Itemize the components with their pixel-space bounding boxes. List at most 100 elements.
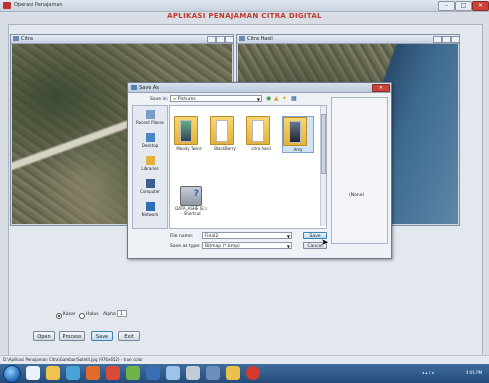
dialog-icon xyxy=(131,85,137,90)
file-item-folder[interactable]: BlackBerry xyxy=(210,116,240,151)
word-icon[interactable] xyxy=(146,366,160,380)
computer-icon xyxy=(145,179,155,188)
maximize-button[interactable]: □ xyxy=(455,1,472,11)
app-title: APLIKASI PENAJAMAN CITRA DIGITAL xyxy=(167,12,322,20)
window-title: Operasi Penajaman xyxy=(14,2,63,8)
tray-icons[interactable]: ◂ ▴ ♪ ▸ xyxy=(422,370,434,375)
status-text: D:\Aplikasi Penajaman Citra\Gambar\Satel… xyxy=(3,357,143,362)
save-button[interactable]: Save xyxy=(91,331,113,341)
places-bar: Recent Places Desktop Libraries Computer… xyxy=(132,105,168,229)
folder-icon[interactable] xyxy=(226,366,240,380)
chevron-down-icon: ▼ xyxy=(286,234,290,239)
window-titlebar: Operasi Penajaman – □ ✕ xyxy=(0,0,489,12)
file-name: Amy xyxy=(293,147,303,152)
frame-icon xyxy=(13,36,19,41)
place-computer[interactable]: Computer xyxy=(135,179,165,194)
up-folder-icon[interactable]: ▲ xyxy=(274,95,279,102)
folder-icon xyxy=(283,117,307,147)
app-icon[interactable] xyxy=(126,366,140,380)
radio-halus[interactable] xyxy=(79,313,85,319)
save-as-dialog: Save As ✕ Save in: ▰ Pictures▼ ◉ ▲ ✦ ▦ P… xyxy=(127,82,392,259)
libraries-icon xyxy=(145,156,155,165)
chevron-down-icon: ▼ xyxy=(256,97,260,102)
frame-minimize-button[interactable] xyxy=(207,36,216,43)
save-in-label: Save in: xyxy=(150,97,169,102)
close-button[interactable]: ✕ xyxy=(472,1,489,11)
file-name: citra hasil xyxy=(251,146,271,151)
status-bar: D:\Aplikasi Penajaman Citra\Gambar\Satel… xyxy=(0,355,489,364)
ie-icon[interactable] xyxy=(26,366,40,380)
frame-titlebar: Citra xyxy=(11,35,234,44)
file-item-shortcut[interactable]: ? DATA_ASHE (E:) - Shortcut xyxy=(174,186,208,216)
radio-kasar[interactable] xyxy=(56,313,62,319)
window-icon[interactable] xyxy=(206,366,220,380)
file-name-input[interactable]: Final2 ▼ xyxy=(202,232,292,239)
open-button[interactable]: Open xyxy=(33,331,55,341)
place-desktop[interactable]: Desktop xyxy=(135,133,165,148)
frame-close-button[interactable] xyxy=(225,36,234,43)
place-network[interactable]: Network xyxy=(135,202,165,217)
preview-text: (None) xyxy=(349,193,365,198)
paint-icon[interactable] xyxy=(186,366,200,380)
drive-icon: ? xyxy=(180,186,202,206)
app-icon xyxy=(3,2,11,9)
dialog-title: Save As xyxy=(139,85,159,91)
mouse-cursor-icon: ➤ xyxy=(321,238,329,248)
file-item-folder[interactable]: Amy xyxy=(282,116,314,153)
place-label: Libraries xyxy=(141,166,159,171)
file-name: Moody Twice xyxy=(176,146,202,151)
alpha-label: Alpha xyxy=(103,312,116,317)
firefox-icon[interactable] xyxy=(86,366,100,380)
minimize-button[interactable]: – xyxy=(438,1,455,11)
file-list-scrollbar[interactable] xyxy=(320,106,326,226)
radio-kasar-label: Kasar xyxy=(63,312,76,317)
frame-titlebar: Citra Hasil xyxy=(237,35,460,44)
place-libraries[interactable]: Libraries xyxy=(135,156,165,171)
back-icon[interactable]: ◉ xyxy=(266,95,271,102)
place-label: Network xyxy=(141,212,159,217)
place-label: Computer xyxy=(140,189,160,194)
frame-minimize-button[interactable] xyxy=(433,36,442,43)
frame-maximize-button[interactable] xyxy=(216,36,225,43)
chrome-icon[interactable] xyxy=(106,366,120,380)
network-icon xyxy=(145,202,155,211)
frame-close-button[interactable] xyxy=(451,36,460,43)
frame-maximize-button[interactable] xyxy=(442,36,451,43)
file-list: Moody Twice BlackBerry citra hasil Amy ?… xyxy=(169,105,327,229)
place-recent[interactable]: Recent Places xyxy=(135,110,165,125)
save-in-value: Pictures xyxy=(177,97,196,102)
frame-title: Citra xyxy=(21,36,33,42)
opera-icon[interactable] xyxy=(246,366,260,380)
clock[interactable]: 4:01 PM xyxy=(466,370,482,375)
place-label: Recent Places xyxy=(136,120,164,125)
frame-icon xyxy=(239,36,245,41)
alpha-input[interactable]: 1 xyxy=(117,310,127,317)
system-tray: ◂ ▴ ♪ ▸ 4:01 PM xyxy=(420,366,486,381)
process-button[interactable]: Process xyxy=(59,331,85,341)
radio-halus-label: Halus xyxy=(86,312,99,317)
matlab-icon[interactable] xyxy=(166,366,180,380)
new-folder-icon[interactable]: ✦ xyxy=(282,95,287,102)
exit-button[interactable]: Exit xyxy=(118,331,140,341)
save-in-select[interactable]: ▰ Pictures ▼ xyxy=(170,95,262,102)
file-item-folder[interactable]: citra hasil xyxy=(246,116,276,151)
preview-pane: (None) xyxy=(331,97,388,244)
file-name-label: File name: xyxy=(170,234,194,239)
file-name: DATA_ASHE (E:) - Shortcut xyxy=(175,206,207,216)
dialog-close-button[interactable]: ✕ xyxy=(372,84,390,92)
file-name-value: Final2 xyxy=(205,234,219,239)
taskbar: ◂ ▴ ♪ ▸ 4:01 PM xyxy=(0,364,489,383)
save-type-value: Bitmap (*.bmp) xyxy=(205,244,240,249)
scrollbar-thumb[interactable] xyxy=(321,114,326,174)
dialog-titlebar: Save As ✕ xyxy=(128,83,391,93)
save-type-select[interactable]: Bitmap (*.bmp) ▼ xyxy=(202,242,292,249)
file-item-folder[interactable]: Moody Twice xyxy=(174,116,204,151)
media-player-icon[interactable] xyxy=(66,366,80,380)
chevron-down-icon: ▼ xyxy=(286,244,290,249)
explorer-icon[interactable] xyxy=(46,366,60,380)
start-button[interactable] xyxy=(3,365,21,383)
views-icon[interactable]: ▦ xyxy=(291,95,297,102)
file-name: BlackBerry xyxy=(214,146,236,151)
save-type-label: Save as type: xyxy=(170,244,201,249)
folder-icon xyxy=(246,116,270,146)
